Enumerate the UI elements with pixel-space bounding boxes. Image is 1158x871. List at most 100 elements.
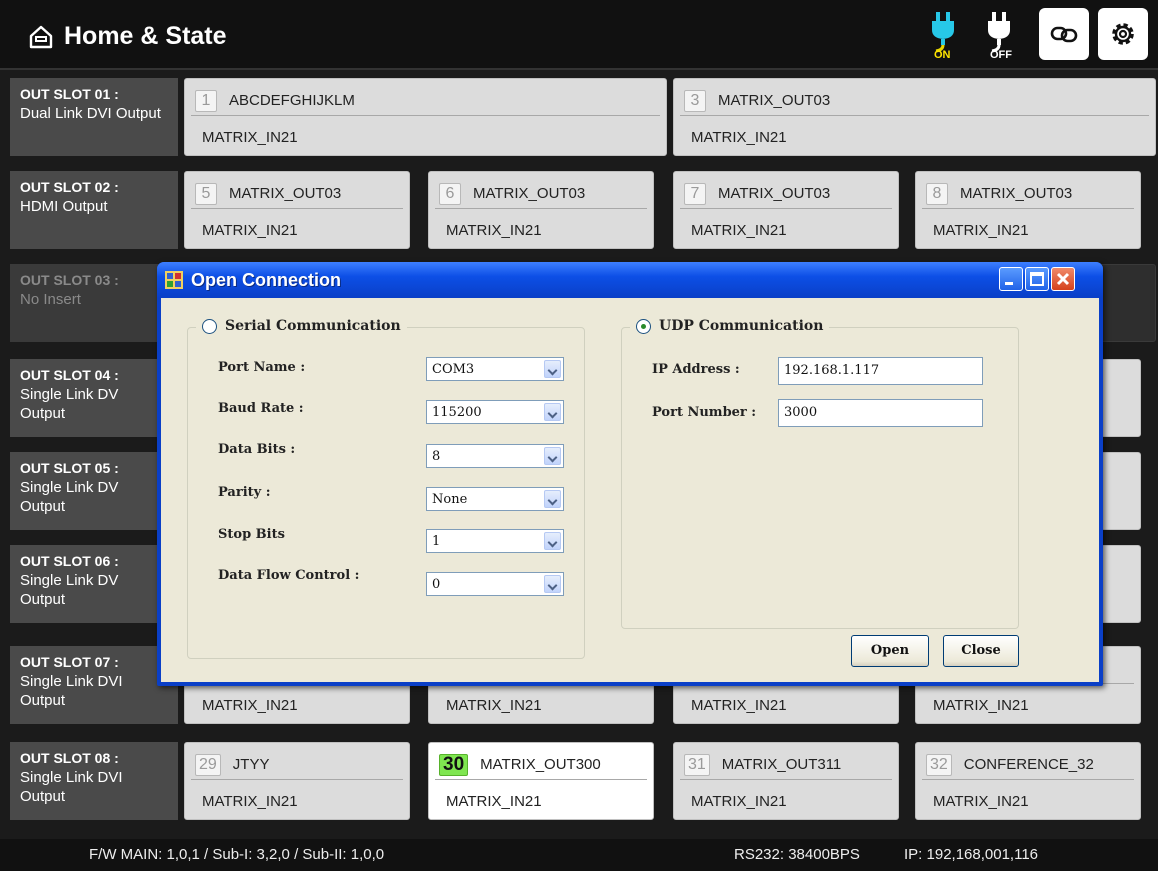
output-number: 8 [926, 182, 948, 205]
output-card[interactable]: 31 MATRIX_OUT311 MATRIX_IN21 [673, 742, 899, 820]
port-name-select[interactable]: COM3 [426, 357, 564, 381]
output-card[interactable]: 6 MATRIX_OUT03 MATRIX_IN21 [428, 171, 654, 249]
slot-label: OUT SLOT 06 : Single Link DV Output [10, 545, 178, 623]
output-name: MATRIX_OUT03 [960, 185, 1073, 202]
output-name: ABCDEFGHIJKLM [229, 92, 355, 109]
slot-code: OUT SLOT 05 : [20, 460, 119, 476]
output-card-selected[interactable]: 30 MATRIX_OUT300 MATRIX_IN21 [428, 742, 654, 820]
firmware-version: F/W MAIN: 1,0,1 / Sub-I: 3,2,0 / Sub-II:… [89, 846, 385, 863]
output-number: 1 [195, 89, 217, 112]
output-card[interactable]: 5 MATRIX_OUT03 MATRIX_IN21 [184, 171, 410, 249]
open-button[interactable]: Open [851, 635, 929, 667]
output-number: 6 [439, 182, 461, 205]
link-icon [1050, 26, 1078, 43]
input-name: MATRIX_IN21 [446, 222, 542, 239]
data-flow-control-select[interactable]: 0 [426, 572, 564, 596]
power-on-icon[interactable]: ON [922, 8, 968, 60]
minimize-button[interactable] [999, 267, 1023, 291]
udp-group: UDP Communication IP Address : 192.168.1… [621, 318, 1019, 629]
parity-value: None [432, 492, 468, 507]
power-off-icon[interactable]: OFF [978, 8, 1024, 60]
output-number: 5 [195, 182, 217, 205]
output-card[interactable]: 3 MATRIX_OUT03 MATRIX_IN21 [673, 78, 1156, 156]
stop-bits-select[interactable]: 1 [426, 529, 564, 553]
dialog-title: Open Connection [191, 270, 341, 290]
minimize-icon [1005, 282, 1013, 285]
gear-icon [1112, 23, 1134, 45]
data-bits-label: Data Bits : [218, 442, 296, 457]
input-name: MATRIX_IN21 [933, 222, 1029, 239]
slot-label: OUT SLOT 08 : Single Link DVI Output [10, 742, 178, 820]
output-number: 30 [439, 753, 469, 776]
title-wrap: Home & State [28, 22, 227, 51]
slot-row-08: OUT SLOT 08 : Single Link DVI Output 29 J… [0, 736, 1158, 824]
dialog-titlebar[interactable]: Open Connection [157, 262, 1103, 298]
dialog-body: Serial Communication Port Name : COM3 Ba… [161, 298, 1099, 682]
page-title: Home & State [64, 22, 227, 50]
parity-select[interactable]: None [426, 487, 564, 511]
maximize-button[interactable] [1025, 267, 1049, 291]
chevron-down-icon [544, 403, 561, 421]
power-on-label: ON [934, 49, 951, 60]
serial-group: Serial Communication Port Name : COM3 Ba… [187, 318, 585, 659]
output-name: MATRIX_OUT311 [721, 756, 842, 773]
input-name: MATRIX_IN21 [202, 793, 298, 810]
ip-address-input[interactable]: 192.168.1.117 [778, 357, 983, 385]
baud-rate-select[interactable]: 115200 [426, 400, 564, 424]
port-number-input[interactable]: 3000 [778, 399, 983, 427]
data-bits-select[interactable]: 8 [426, 444, 564, 468]
output-card[interactable]: 32 CONFERENCE_32 MATRIX_IN21 [915, 742, 1141, 820]
port-name-value: COM3 [432, 362, 475, 377]
chevron-down-icon [544, 360, 561, 378]
output-card[interactable]: 7 MATRIX_OUT03 MATRIX_IN21 [673, 171, 899, 249]
slot-type: Single Link DVI Output [20, 673, 123, 709]
slot-label: OUT SLOT 02 : HDMI Output [10, 171, 178, 249]
slot-type: Dual Link DVI Output [20, 105, 161, 122]
slot-type: HDMI Output [20, 198, 108, 215]
output-card[interactable]: 8 MATRIX_OUT03 MATRIX_IN21 [915, 171, 1141, 249]
chevron-down-icon [544, 532, 561, 550]
serial-radio[interactable] [202, 318, 217, 334]
chevron-down-icon [544, 447, 561, 465]
slot-code: OUT SLOT 07 : [20, 654, 119, 670]
udp-radio[interactable] [636, 318, 651, 334]
slot-type: Single Link DV [20, 479, 119, 496]
slot-type-line2: Output [20, 591, 66, 608]
slot-type: No Insert [20, 291, 81, 308]
chevron-down-icon [544, 575, 561, 593]
power-off-label: OFF [990, 49, 1012, 60]
input-name: MATRIX_IN21 [691, 793, 787, 810]
data-flow-control-value: 0 [432, 577, 441, 592]
link-button[interactable] [1039, 8, 1089, 60]
slot-type: Single Link DV [20, 572, 119, 589]
ip-address-value: 192.168.1.117 [784, 363, 880, 378]
slot-code: OUT SLOT 01 : [20, 86, 119, 102]
settings-button[interactable] [1098, 8, 1148, 60]
udp-label: UDP Communication [659, 318, 824, 334]
output-number: 3 [684, 89, 706, 112]
slot-type-line2: Output [20, 498, 66, 515]
maximize-icon [1030, 272, 1044, 286]
input-name: MATRIX_IN21 [446, 697, 542, 714]
slot-code: OUT SLOT 06 : [20, 553, 119, 569]
baud-rate-value: 115200 [432, 405, 482, 420]
serial-legend[interactable]: Serial Communication [196, 318, 407, 334]
slot-type: Single Link DV [20, 386, 119, 403]
output-card[interactable]: 29 JTYY MATRIX_IN21 [184, 742, 410, 820]
output-number: 32 [926, 753, 952, 776]
port-name-label: Port Name : [218, 360, 306, 375]
input-name: MATRIX_IN21 [691, 222, 787, 239]
udp-legend[interactable]: UDP Communication [630, 318, 830, 334]
slot-code: OUT SLOT 08 : [20, 750, 119, 766]
output-name: MATRIX_OUT03 [473, 185, 586, 202]
output-name: JTYY [232, 756, 270, 773]
close-icon [1056, 272, 1070, 286]
output-card[interactable]: 1 ABCDEFGHIJKLM MATRIX_IN21 [184, 78, 667, 156]
serial-label: Serial Communication [225, 318, 401, 334]
output-name: MATRIX_OUT03 [718, 92, 831, 109]
app-header: Home & State ON OFF [0, 0, 1158, 70]
window-close-button[interactable] [1051, 267, 1075, 291]
chevron-down-icon [544, 490, 561, 508]
slot-type: Single Link DVI Output [20, 769, 123, 805]
close-button[interactable]: Close [943, 635, 1019, 667]
